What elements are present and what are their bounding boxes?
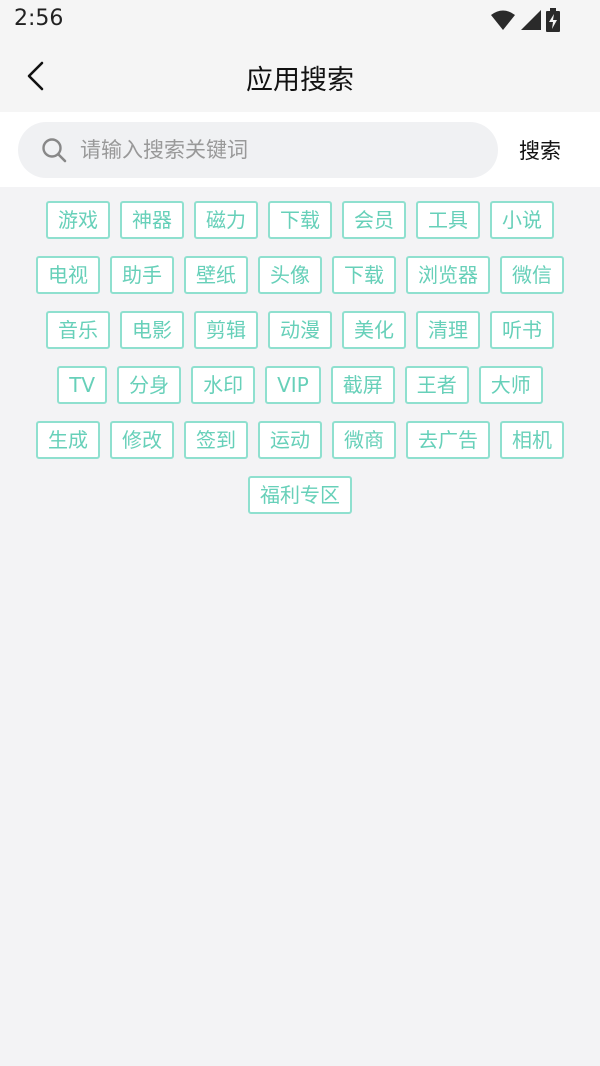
search-tag[interactable]: 音乐 xyxy=(46,311,110,349)
search-tag[interactable]: 王者 xyxy=(404,366,469,404)
search-tag[interactable]: 微信 xyxy=(500,256,564,294)
search-tag[interactable]: 听书 xyxy=(490,311,554,349)
status-time: 2:56 xyxy=(14,6,64,31)
search-tag[interactable]: 相机 xyxy=(500,421,564,459)
app-bar: 应用搜索 xyxy=(0,40,600,112)
search-tag[interactable]: 美化 xyxy=(342,311,406,349)
tag-row: TV 分身 水印 VIP 截屏 王者 大师 xyxy=(0,366,600,404)
search-input[interactable] xyxy=(80,130,480,170)
search-tag[interactable]: 剪辑 xyxy=(194,311,258,349)
search-tag[interactable]: 签到 xyxy=(184,421,248,459)
tag-row: 生成 修改 签到 运动 微商 去广告 相机 xyxy=(0,421,600,459)
search-tag[interactable]: 电影 xyxy=(120,311,184,349)
search-tag[interactable]: 头像 xyxy=(258,256,322,294)
search-tag[interactable]: 修改 xyxy=(110,421,174,459)
search-button[interactable]: 搜索 xyxy=(508,130,572,170)
search-tag[interactable]: 分身 xyxy=(117,366,182,404)
status-icons xyxy=(490,8,560,32)
search-tag[interactable]: 截屏 xyxy=(330,366,395,404)
search-tag[interactable]: 会员 xyxy=(342,201,406,239)
cell-signal-icon xyxy=(521,10,541,30)
search-tag[interactable]: 电视 xyxy=(36,256,100,294)
search-tag[interactable]: 磁力 xyxy=(194,201,258,239)
battery-charging-icon xyxy=(546,8,560,32)
search-tag[interactable]: 下载 xyxy=(332,256,396,294)
search-tag[interactable]: 工具 xyxy=(416,201,480,239)
search-row: 搜索 xyxy=(0,112,600,187)
search-tag[interactable]: VIP xyxy=(265,366,321,404)
search-tag[interactable]: TV xyxy=(57,366,108,404)
search-tag[interactable]: 小说 xyxy=(490,201,554,239)
search-tag[interactable]: 下载 xyxy=(268,201,332,239)
tag-row: 音乐 电影 剪辑 动漫 美化 清理 听书 xyxy=(0,311,600,349)
search-tag[interactable]: 水印 xyxy=(191,366,256,404)
search-tag[interactable]: 神器 xyxy=(120,201,184,239)
search-tag[interactable]: 助手 xyxy=(110,256,174,294)
search-icon xyxy=(42,138,67,163)
tag-row: 电视 助手 壁纸 头像 下载 浏览器 微信 xyxy=(0,256,600,294)
search-tag[interactable]: 生成 xyxy=(36,421,100,459)
tag-row: 福利专区 xyxy=(0,476,600,514)
search-tag[interactable]: 游戏 xyxy=(46,201,110,239)
search-tag[interactable]: 壁纸 xyxy=(184,256,248,294)
wifi-icon xyxy=(491,10,515,30)
status-bar: 2:56 xyxy=(0,0,600,40)
tag-cloud: 游戏 神器 磁力 下载 会员 工具 小说 电视 助手 壁纸 头像 下载 浏览器 微信 音乐 电影 剪辑 动漫 美化清… xyxy=(0,201,600,531)
search-tag[interactable]: 去广告 xyxy=(406,421,490,459)
search-tag[interactable]: 福利专区 xyxy=(248,476,352,514)
search-tag[interactable]: 大师 xyxy=(478,366,543,404)
page-title: 应用搜索 xyxy=(246,65,354,96)
search-tag[interactable]: 运动 xyxy=(258,421,322,459)
search-tag[interactable]: 微商 xyxy=(332,421,396,459)
search-tag[interactable]: 动漫 xyxy=(268,311,332,349)
tag-row: 游戏 神器 磁力 下载 会员 工具 小说 xyxy=(0,201,600,239)
search-box[interactable] xyxy=(18,122,498,178)
search-tag[interactable]: 浏览器 xyxy=(406,256,490,294)
search-tag[interactable]: 清理 xyxy=(416,311,480,349)
